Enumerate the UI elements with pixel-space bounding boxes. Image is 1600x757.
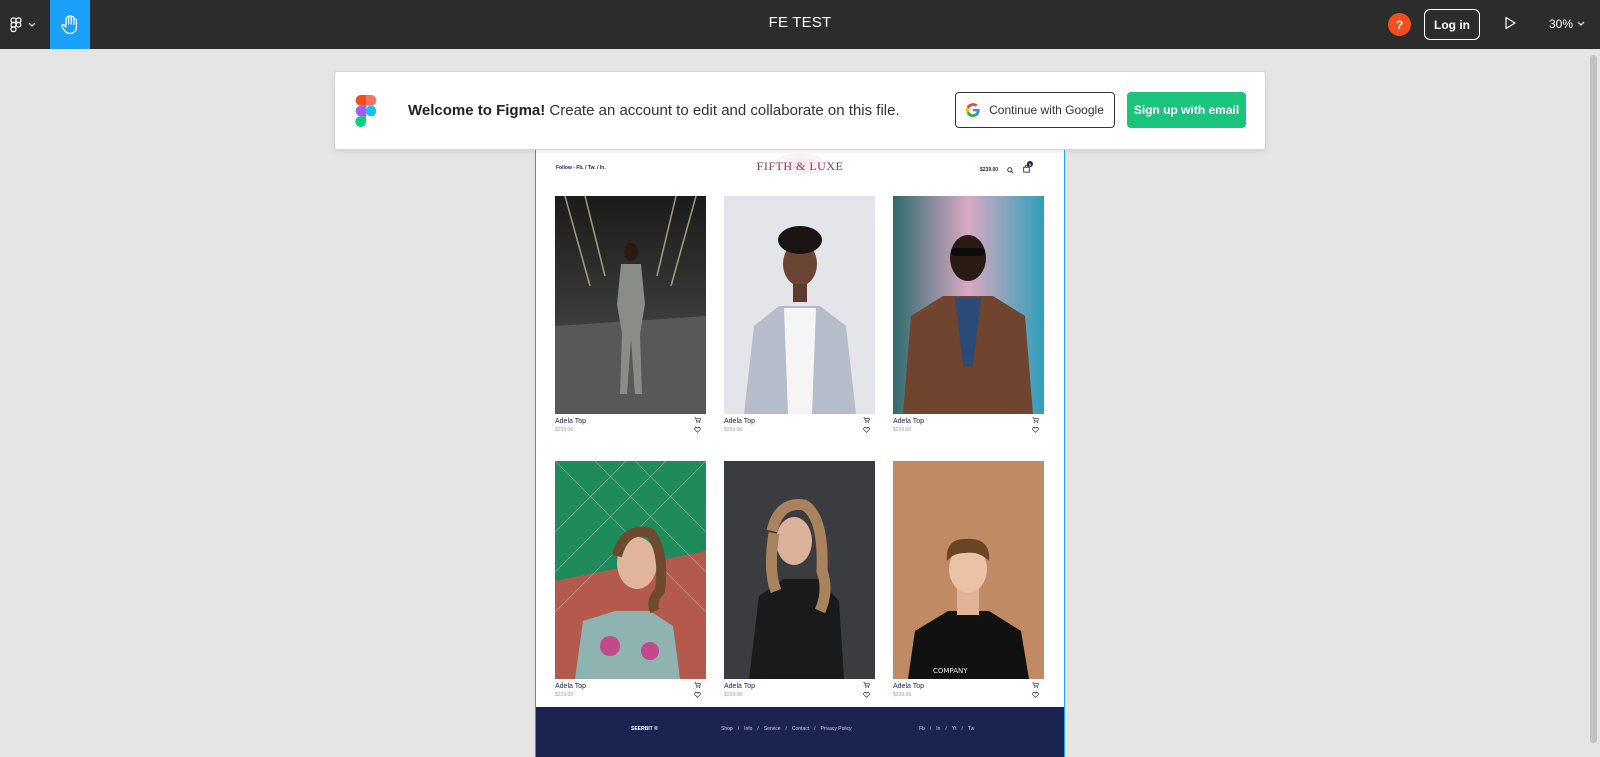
footer-separator: /: [929, 726, 932, 732]
present-button[interactable]: [1504, 16, 1516, 35]
site-footer: SEERBIT ® Shop / Info / Service / Contac…: [536, 707, 1064, 757]
continue-with-google-button[interactable]: Continue with Google: [955, 92, 1115, 128]
add-to-cart-icon[interactable]: [863, 417, 870, 423]
product-photo: [555, 195, 706, 414]
footer-links: Shop / Info / Service / Contact / Privac…: [721, 726, 852, 732]
footer-link-privacy: Privacy Policy: [820, 726, 852, 732]
product-card: Adela Top $239.00: [724, 461, 875, 698]
product-price: $239.00: [893, 692, 912, 698]
cart-total: $239.00: [980, 167, 999, 173]
heart-icon[interactable]: [863, 427, 870, 433]
zoom-label: 30%: [1549, 17, 1574, 31]
product-photo: [554, 460, 707, 679]
footer-link-service: Service: [763, 726, 781, 732]
product-name: Adela Top: [555, 683, 587, 690]
welcome-banner: Welcome to Figma! Create an account to e…: [334, 71, 1266, 150]
product-name: Adela Top: [555, 418, 587, 425]
sign-up-email-button[interactable]: Sign up with email: [1127, 92, 1246, 128]
product-photo: [724, 461, 875, 679]
product-photo: COMPANY: [893, 461, 1044, 679]
add-to-cart-icon[interactable]: [694, 682, 701, 688]
product-name: Adela Top: [724, 683, 756, 690]
heart-icon[interactable]: [694, 427, 701, 433]
welcome-message: Welcome to Figma! Create an account to e…: [408, 102, 900, 119]
footer-separator: /: [785, 726, 787, 732]
product-card: Adela Top $239.00: [893, 196, 1044, 433]
social-link-tw: Tw: [967, 726, 975, 732]
footer-separator: /: [757, 726, 759, 732]
site-navbar: Follow - Fb. / Tw. / In. FIFTH & LUXE $2…: [536, 145, 1064, 191]
social-link-in: In: [936, 726, 941, 732]
product-price: $239.00: [893, 427, 912, 433]
footer-link-info: Info: [744, 726, 753, 732]
social-link-yt: Yt: [951, 726, 957, 732]
product-card: Adela Top $239.00: [724, 196, 875, 433]
canvas-scrollbar[interactable]: [1588, 49, 1600, 757]
footer-separator: /: [814, 726, 816, 732]
nav-actions: $239.00 0: [980, 161, 1034, 175]
footer-social-links: Fb / In / Yt / Tw: [919, 726, 974, 732]
add-to-cart-icon[interactable]: [1032, 682, 1039, 688]
welcome-subtitle: Create an account to edit and collaborat…: [545, 102, 900, 119]
zoom-dropdown[interactable]: 30%: [1549, 17, 1585, 31]
scrollbar-thumb[interactable]: [1590, 55, 1597, 743]
heart-icon[interactable]: [863, 692, 870, 698]
footer-separator: /: [945, 726, 947, 732]
product-price: $239.00: [724, 692, 743, 698]
product-card: Adela Top $239.00: [555, 195, 706, 433]
add-to-cart-icon[interactable]: [863, 682, 870, 688]
product-price: $239.00: [555, 427, 574, 433]
google-button-label: Continue with Google: [989, 103, 1104, 117]
chevron-down-icon: [1577, 21, 1585, 26]
svg-text:COMPANY: COMPANY: [933, 667, 968, 675]
cart-button: 0: [1023, 161, 1034, 175]
brand-logo-text: FIFTH & LUXE: [756, 159, 844, 173]
product-card: COMPANY Adela Top $239.00: [893, 461, 1044, 698]
product-name: Adela Top: [724, 418, 756, 425]
product-price: $239.00: [724, 427, 743, 433]
product-name: Adela Top: [893, 418, 925, 425]
add-to-cart-icon[interactable]: [694, 417, 701, 423]
footer-brand: SEERBIT ®: [631, 726, 658, 732]
product-card: Adela Top $239.00: [554, 460, 707, 698]
login-button[interactable]: Log in: [1424, 9, 1480, 40]
product-photo: [893, 196, 1044, 414]
social-link-fb: Fb: [919, 726, 925, 732]
design-frame[interactable]: Follow - Fb. / Tw. / In. FIFTH & LUXE $2…: [535, 144, 1065, 757]
add-to-cart-icon[interactable]: [1032, 417, 1039, 423]
footer-link-shop: Shop: [721, 726, 733, 732]
help-button[interactable]: ?: [1388, 13, 1411, 36]
footer-link-contact: Contact: [791, 726, 810, 732]
footer-separator: /: [737, 726, 740, 732]
figma-toolbar: FE TEST ? Log in 30%: [0, 0, 1600, 49]
footer-separator: /: [961, 726, 963, 732]
search-icon: [1007, 166, 1014, 174]
google-icon: [966, 103, 980, 117]
heart-icon[interactable]: [1032, 692, 1039, 698]
welcome-title: Welcome to Figma!: [408, 102, 546, 119]
product-name: Adela Top: [893, 683, 925, 690]
product-price: $239.00: [555, 692, 574, 698]
product-photo: [724, 196, 875, 414]
heart-icon[interactable]: [1032, 427, 1039, 433]
file-title: FE TEST: [768, 14, 832, 31]
figma-logo-icon: [355, 95, 377, 127]
play-icon: [1505, 16, 1516, 30]
heart-icon[interactable]: [694, 692, 701, 698]
